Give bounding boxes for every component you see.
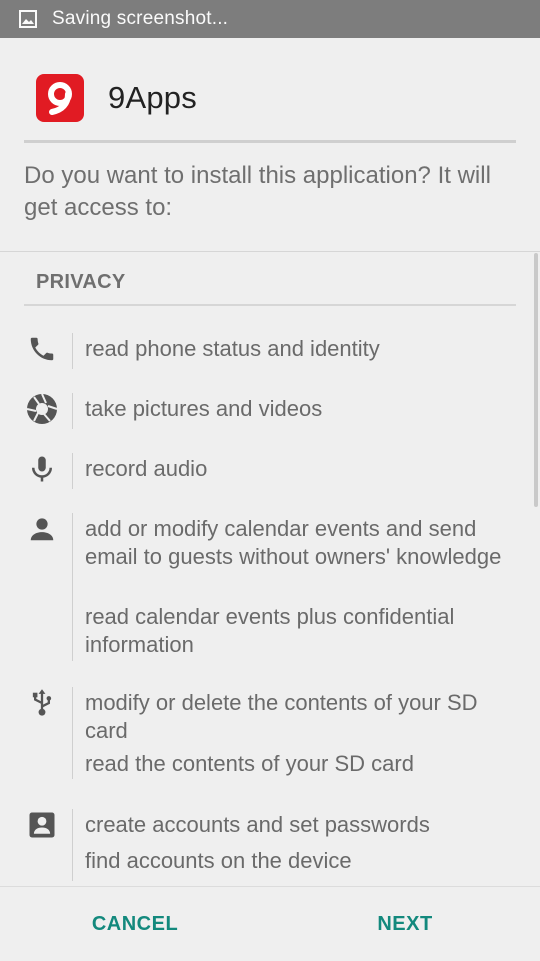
permission-text: find accounts on the device bbox=[85, 848, 352, 873]
next-button[interactable]: NEXT bbox=[270, 887, 540, 961]
divider-line bbox=[72, 453, 73, 489]
status-bar: Saving screenshot... bbox=[0, 0, 540, 38]
cancel-button[interactable]: CANCEL bbox=[0, 887, 270, 961]
permission-text: read phone status and identity bbox=[85, 336, 380, 361]
permissions-list[interactable]: PRIVACY read phone status and identity t… bbox=[0, 253, 540, 886]
divider-line bbox=[72, 513, 73, 661]
phone-icon bbox=[26, 333, 58, 365]
permission-text: modify or delete the contents of your SD… bbox=[85, 690, 478, 743]
app-name: 9Apps bbox=[108, 80, 197, 115]
permission-text: read the contents of your SD card bbox=[85, 751, 414, 776]
divider-line bbox=[72, 687, 73, 779]
permission-text: read calendar events plus confidential i… bbox=[85, 604, 455, 657]
app-icon bbox=[36, 74, 84, 122]
permission-item: read phone status and identity bbox=[0, 333, 540, 369]
section-privacy-title: PRIVACY bbox=[36, 271, 126, 293]
permission-item: record audio bbox=[0, 453, 540, 489]
permission-item: modify or delete the contents of your SD… bbox=[0, 687, 540, 779]
app-info: 9Apps bbox=[36, 74, 197, 122]
permission-text: record audio bbox=[85, 456, 208, 481]
permission-item: create accounts and set passwords find a… bbox=[0, 809, 540, 881]
permission-item: take pictures and videos bbox=[0, 393, 540, 429]
permission-item: add or modify calendar events and send e… bbox=[0, 513, 540, 661]
header-divider bbox=[24, 140, 516, 143]
permission-text: create accounts and set passwords bbox=[85, 812, 430, 837]
contact-card-icon bbox=[26, 809, 58, 841]
section-divider bbox=[24, 304, 516, 306]
camera-icon bbox=[26, 393, 58, 425]
divider-line bbox=[72, 809, 73, 881]
image-icon bbox=[18, 9, 38, 29]
status-bar-text: Saving screenshot... bbox=[52, 8, 229, 29]
install-header: 9Apps Do you want to install this applic… bbox=[0, 38, 540, 252]
install-prompt: Do you want to install this application?… bbox=[24, 162, 491, 221]
usb-icon bbox=[26, 687, 58, 719]
divider-line bbox=[72, 333, 73, 369]
button-bar: CANCEL NEXT bbox=[0, 886, 540, 961]
header-bottom-divider bbox=[0, 251, 540, 252]
person-icon bbox=[26, 513, 58, 545]
microphone-icon bbox=[26, 453, 58, 485]
divider-line bbox=[72, 393, 73, 429]
permission-text: add or modify calendar events and send e… bbox=[85, 516, 502, 569]
permission-text: take pictures and videos bbox=[85, 396, 323, 421]
